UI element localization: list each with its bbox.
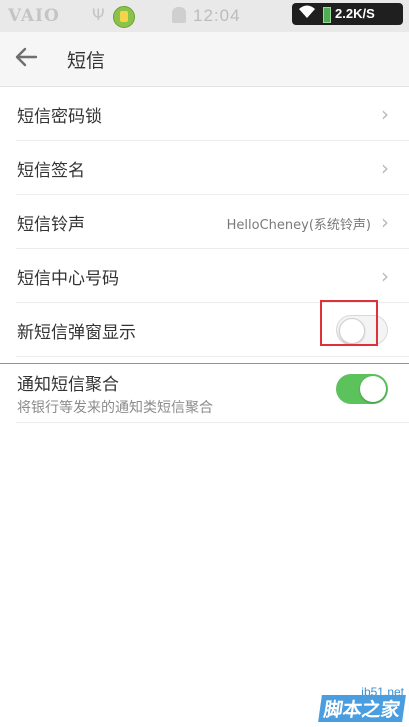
ringtone-value: HelloCheney(系统铃声) xyxy=(226,218,371,233)
chevron-right-icon: › xyxy=(381,264,389,288)
setting-sms-ringtone[interactable]: 短信铃声 HelloCheney(系统铃声) › xyxy=(0,195,409,249)
watermark: jb51.net 脚本之家 xyxy=(259,657,409,727)
setting-sms-center-number[interactable]: 短信中心号码 › xyxy=(0,249,409,303)
setting-label: 通知短信聚合 xyxy=(17,375,119,395)
status-indicators: 2.2K/S xyxy=(292,3,403,25)
battery-icon xyxy=(323,7,331,23)
app-notification-icon xyxy=(113,6,135,28)
toggle-knob xyxy=(360,376,386,402)
setting-label: 短信铃声 xyxy=(17,215,85,235)
setting-sublabel: 将银行等发来的通知类短信聚合 xyxy=(17,400,213,416)
page-title: 短信 xyxy=(67,50,106,72)
setting-label: 短信签名 xyxy=(17,161,85,181)
annotation-line xyxy=(0,363,409,364)
status-time: 12:04 xyxy=(193,6,241,25)
net-speed: 2.2K/S xyxy=(335,6,375,21)
status-bar: VAIO Ψ 12:04 2.2K/S xyxy=(0,0,409,32)
back-button[interactable] xyxy=(8,41,44,77)
app-bar: 短信 xyxy=(0,32,409,87)
divider xyxy=(16,422,409,423)
setting-label: 短信密码锁 xyxy=(17,107,102,127)
usb-icon: Ψ xyxy=(92,5,105,24)
watermark-brand: 脚本之家 xyxy=(318,695,406,722)
notification-aggregation-toggle[interactable] xyxy=(336,374,388,404)
chevron-right-icon: › xyxy=(381,210,389,234)
vaio-logo: VAIO xyxy=(8,6,60,26)
android-icon xyxy=(172,7,186,23)
setting-label: 短信中心号码 xyxy=(17,269,119,289)
chevron-right-icon: › xyxy=(381,102,389,126)
setting-label: 新短信弹窗显示 xyxy=(17,323,136,343)
divider xyxy=(16,356,409,357)
highlight-annotation xyxy=(320,300,378,346)
wifi-icon xyxy=(298,4,316,24)
back-arrow-icon xyxy=(14,45,38,73)
setting-sms-password-lock[interactable]: 短信密码锁 › xyxy=(0,87,409,141)
chevron-right-icon: › xyxy=(381,156,389,180)
setting-sms-signature[interactable]: 短信签名 › xyxy=(0,141,409,195)
